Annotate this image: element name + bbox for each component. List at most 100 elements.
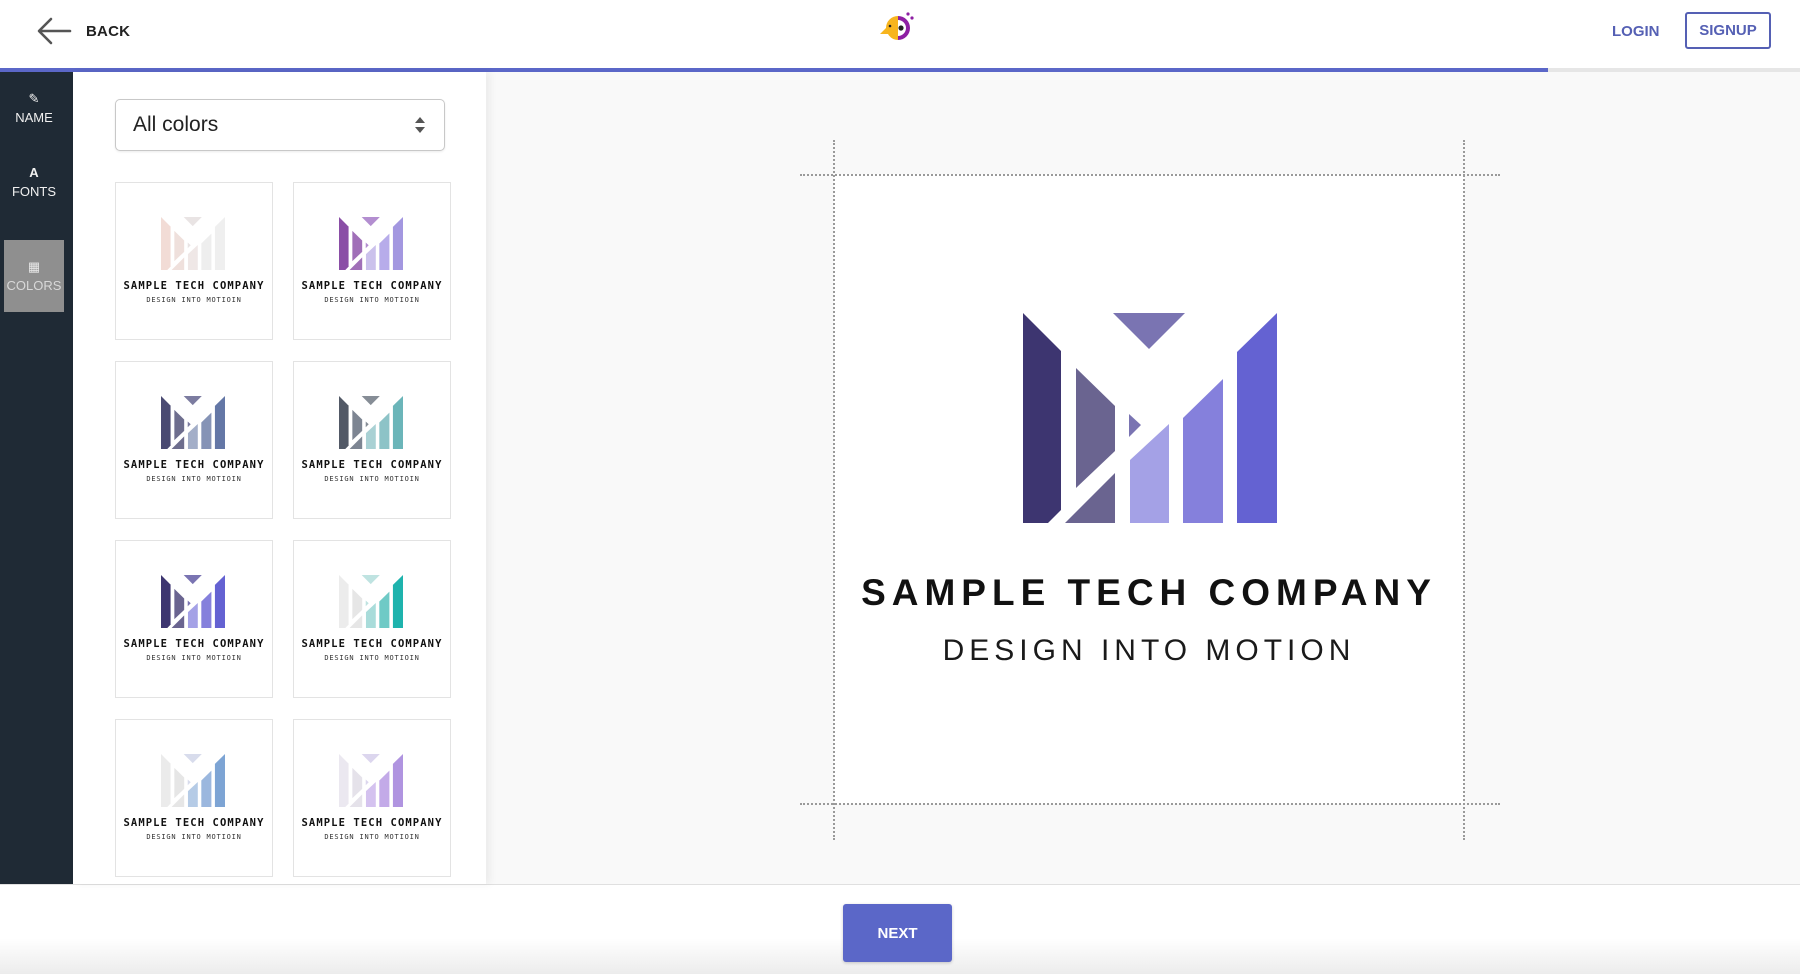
mark-small-triangle xyxy=(1129,414,1141,437)
mark-small-triangle xyxy=(365,421,369,428)
mark-bar-2-lower xyxy=(349,615,363,628)
mark-bar-5 xyxy=(214,754,225,807)
palette-card-title: SAMPLE TECH COMPANY xyxy=(301,280,443,292)
login-button[interactable]: LOGIN xyxy=(1600,18,1672,44)
mark-bar-2-upper xyxy=(352,767,363,799)
palette-card-title: SAMPLE TECH COMPANY xyxy=(301,638,443,650)
palette-card[interactable]: SAMPLE TECH COMPANY DESIGN INTO MOTIOIN xyxy=(115,540,273,698)
arrow-left-icon xyxy=(37,17,72,45)
mark-bar-5 xyxy=(392,217,403,270)
mark-bar-4 xyxy=(201,770,212,807)
mark-bar-4 xyxy=(379,233,390,270)
mark-small-triangle xyxy=(187,421,191,428)
palette-card-title: SAMPLE TECH COMPANY xyxy=(123,459,265,471)
mark-small-triangle xyxy=(187,242,191,249)
mark-bar-2-upper xyxy=(352,588,363,620)
palette-card-title: SAMPLE TECH COMPANY xyxy=(123,817,265,829)
mark-bar-2-lower xyxy=(171,436,185,449)
color-filter-select[interactable]: All colors xyxy=(115,99,445,151)
mark-bar-2-upper xyxy=(352,409,363,441)
palette-card[interactable]: SAMPLE TECH COMPANY DESIGN INTO MOTIOIN xyxy=(115,182,273,340)
palette-card[interactable]: SAMPLE TECH COMPANY DESIGN INTO MOTIOIN xyxy=(115,361,273,519)
logo-mark xyxy=(1023,313,1277,523)
font-icon: A xyxy=(29,164,39,180)
mark-bar-5 xyxy=(392,754,403,807)
mark-bar-2-lower xyxy=(349,436,363,449)
mark-top-triangle xyxy=(183,754,202,764)
palette-card-logo-mark xyxy=(161,217,225,270)
palette-card[interactable]: SAMPLE TECH COMPANY DESIGN INTO MOTIOIN xyxy=(293,719,451,877)
parrot-logo-icon[interactable] xyxy=(876,8,920,48)
mark-top-triangle xyxy=(361,575,380,585)
mark-bar-3 xyxy=(187,424,198,449)
palette-card-title: SAMPLE TECH COMPANY xyxy=(301,817,443,829)
sidebar-item-fonts[interactable]: A FONTS xyxy=(4,146,64,218)
palette-card[interactable]: SAMPLE TECH COMPANY DESIGN INTO MOTIOIN xyxy=(293,182,451,340)
mark-bar-3 xyxy=(187,603,198,628)
mark-bar-1 xyxy=(339,754,349,807)
back-button[interactable]: BACK xyxy=(36,14,130,48)
mark-bar-1 xyxy=(339,217,349,270)
palette-card[interactable]: SAMPLE TECH COMPANY DESIGN INTO MOTIOIN xyxy=(293,540,451,698)
sidebar-item-colors[interactable]: ▦ COLORS xyxy=(4,240,64,312)
mark-bar-2-upper xyxy=(174,588,185,620)
mark-bar-4 xyxy=(1183,379,1223,523)
color-options-panel: All colors SAMPLE TECH COMPANY DESIGN INT… xyxy=(73,72,486,884)
mark-small-triangle xyxy=(365,600,369,607)
mark-bar-3 xyxy=(365,603,376,628)
mark-top-triangle xyxy=(183,217,202,227)
mark-bar-3 xyxy=(365,424,376,449)
mark-bar-2-lower xyxy=(171,615,185,628)
mark-bar-1 xyxy=(339,396,349,449)
mark-bar-5 xyxy=(392,575,403,628)
mark-bar-3 xyxy=(1130,424,1169,523)
palette-card-title: SAMPLE TECH COMPANY xyxy=(123,638,265,650)
sidebar-item-name[interactable]: ✎ NAME xyxy=(4,72,64,144)
mark-top-triangle xyxy=(361,754,380,764)
palette-card-title: SAMPLE TECH COMPANY xyxy=(123,280,265,292)
logo-maker-app: BACK LOGIN SIGNUP ✎ NAME A FONTS ▦ COLOR… xyxy=(0,0,1800,974)
guide-line-right xyxy=(1463,140,1465,840)
logo-company-name: SAMPLE TECH COMPANY xyxy=(861,572,1437,613)
palette-card-title: SAMPLE TECH COMPANY xyxy=(301,459,443,471)
mark-bar-4 xyxy=(201,233,212,270)
mark-bar-2-lower xyxy=(349,257,363,270)
palette-card-logo-mark xyxy=(161,754,225,807)
mark-top-triangle xyxy=(361,217,380,227)
step-sidebar: ✎ NAME A FONTS ▦ COLORS xyxy=(0,72,73,884)
sidebar-item-label: FONTS xyxy=(11,183,57,199)
palette-card-subtitle: DESIGN INTO MOTIOIN xyxy=(146,654,242,662)
logo-slogan: DESIGN INTO MOTION xyxy=(942,634,1356,667)
mark-bar-2-upper xyxy=(174,409,185,441)
mark-small-triangle xyxy=(365,779,369,786)
back-label: BACK xyxy=(86,22,131,40)
next-button[interactable]: NEXT xyxy=(843,904,952,962)
mark-bar-2-upper xyxy=(174,767,185,799)
palette-card-subtitle: DESIGN INTO MOTIOIN xyxy=(146,296,242,304)
top-bar: BACK LOGIN SIGNUP xyxy=(0,0,1800,68)
signup-button[interactable]: SIGNUP xyxy=(1685,12,1771,49)
mark-bar-1 xyxy=(161,575,171,628)
mark-small-triangle xyxy=(365,242,369,249)
guide-line-top xyxy=(800,174,1500,176)
mark-bar-5 xyxy=(1237,313,1277,523)
guide-line-bottom xyxy=(800,803,1500,805)
mark-bar-2-lower xyxy=(171,794,185,807)
mark-small-triangle xyxy=(187,779,191,786)
guide-line-left xyxy=(833,140,835,840)
mark-bar-5 xyxy=(392,396,403,449)
mark-bar-3 xyxy=(365,245,376,270)
mark-bar-1 xyxy=(161,217,171,270)
mark-bar-2-lower xyxy=(1065,473,1115,523)
mark-bar-1 xyxy=(161,754,171,807)
mark-bar-4 xyxy=(201,591,212,628)
edit-icon: ✎ xyxy=(28,90,40,106)
palette-card-subtitle: DESIGN INTO MOTIOIN xyxy=(146,475,242,483)
mark-top-triangle xyxy=(1113,313,1185,349)
palette-card[interactable]: SAMPLE TECH COMPANY DESIGN INTO MOTIOIN xyxy=(293,361,451,519)
mark-bar-2-upper xyxy=(174,230,185,262)
mark-bar-5 xyxy=(214,575,225,628)
palette-card[interactable]: SAMPLE TECH COMPANY DESIGN INTO MOTIOIN xyxy=(115,719,273,877)
palette-card-logo-mark xyxy=(339,575,403,628)
mark-bar-2-upper xyxy=(1076,368,1115,488)
